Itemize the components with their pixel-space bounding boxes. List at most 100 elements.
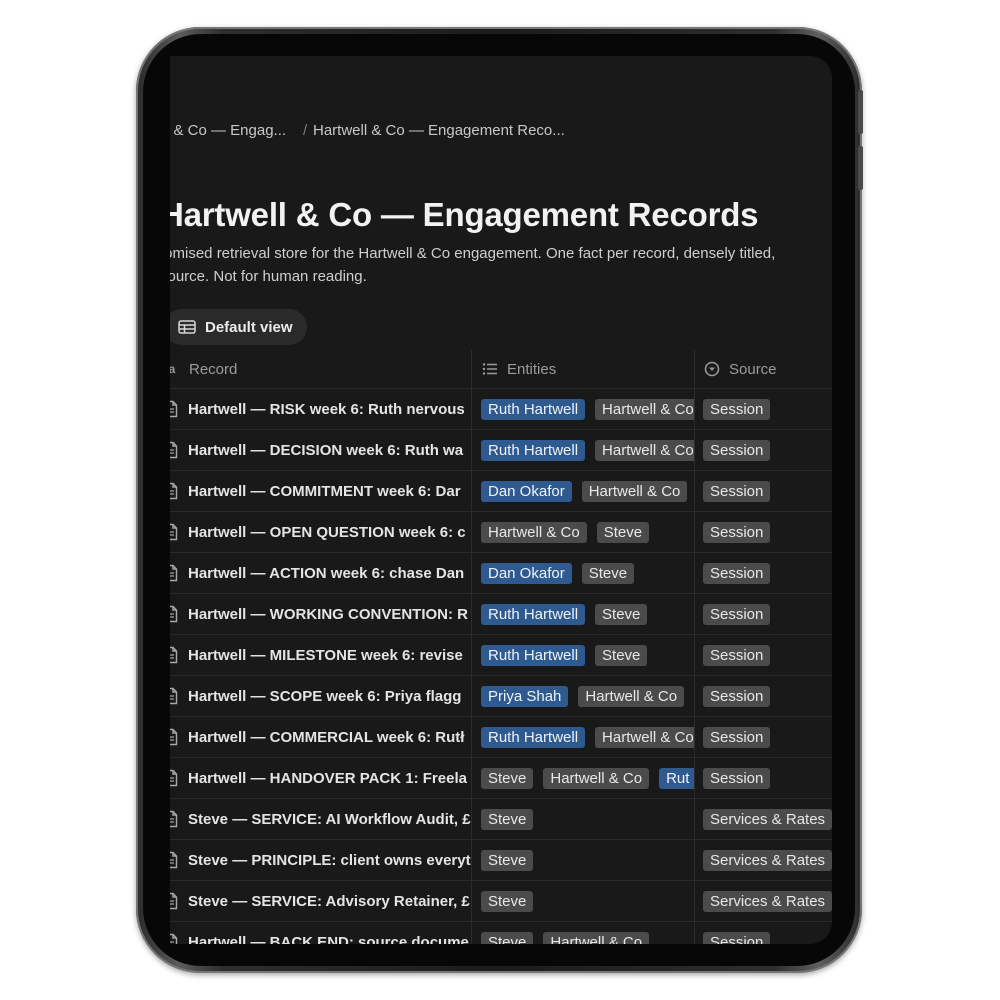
entities-cell[interactable]: Ruth Hartwell Hartwell & Co [481,389,694,429]
entity-tag: Ruth Hartwell [481,398,586,420]
table-row[interactable]: Hartwell — COMMERCIAL week 6: Rutł Ruth H… [170,717,832,758]
column-header-record[interactable]: Aa Record [170,350,237,388]
column-header-label: Entities [507,360,557,378]
entities-cell[interactable]: Steve [481,881,694,921]
record-cell[interactable]: Hartwell — ACTION week 6: chase Dan [170,553,471,593]
record-title[interactable]: Hartwell — MILESTONE week 6: revise [188,647,463,664]
record-title[interactable]: Hartwell — DECISION week 6: Ruth wa [188,442,463,459]
source-cell[interactable]: Session [703,717,832,757]
breadcrumb-parent[interactable]: l & Co — Engag... [170,122,286,139]
record-cell[interactable]: Hartwell — RISK week 6: Ruth nervous [170,389,471,429]
source-cell[interactable]: Services & Rates [703,881,832,921]
table-row[interactable]: Hartwell — OPEN QUESTION week 6: c Hartwe… [170,512,832,553]
source-cell[interactable]: Session [703,389,832,429]
record-cell[interactable]: Steve — PRINCIPLE: client owns everyt [170,840,471,880]
record-title[interactable]: Hartwell — ACTION week 6: chase Dan [188,565,464,582]
record-title[interactable]: Hartwell — RISK week 6: Ruth nervous [188,401,465,418]
breadcrumb-current[interactable]: Hartwell & Co — Engagement Reco... [313,122,565,139]
source-tag: Services & Rates [703,808,832,830]
record-title[interactable]: Hartwell — BACK END: source docume [188,934,469,945]
entities-cell[interactable]: Ruth Hartwell Steve [481,594,694,634]
record-cell[interactable]: Hartwell — HANDOVER PACK 1: Freela [170,758,471,798]
record-cell[interactable]: Hartwell — COMMITMENT week 6: Dar [170,471,471,511]
column-header-entities[interactable]: Entities [482,350,556,388]
entities-cell[interactable]: Ruth Hartwell Steve [481,635,694,675]
entity-tag: Steve [481,931,534,944]
entities-cell[interactable]: Steve Hartwell & Co [481,922,694,944]
view-tab-label: Default view [205,318,293,336]
record-cell[interactable]: Hartwell — OPEN QUESTION week 6: c [170,512,471,552]
database-table: Aa Record Entities Source Hartw [170,350,832,944]
page-title[interactable]: Hartwell & Co — Engagement Records [170,196,759,234]
table-row[interactable]: Steve — SERVICE: Advisory Retainer, £ Ste… [170,881,832,922]
source-cell[interactable]: Session [703,430,832,470]
source-cell[interactable]: Session [703,471,832,511]
source-cell[interactable]: Services & Rates [703,799,832,839]
record-title[interactable]: Hartwell — HANDOVER PACK 1: Freela [188,770,467,787]
record-title[interactable]: Hartwell — OPEN QUESTION week 6: c [188,524,466,541]
entities-cell[interactable]: Ruth Hartwell Hartwell & Co [481,717,694,757]
record-cell[interactable]: Hartwell — MILESTONE week 6: revise [170,635,471,675]
entities-cell[interactable]: Steve [481,799,694,839]
column-header-label: Record [189,360,238,378]
record-cell[interactable]: Hartwell — COMMERCIAL week 6: Rutł [170,717,471,757]
entities-cell[interactable]: Priya Shah Hartwell & Co [481,676,694,716]
source-cell[interactable]: Session [703,758,832,798]
table-row[interactable]: Hartwell — MILESTONE week 6: revise Ruth … [170,635,832,676]
record-cell[interactable]: Steve — SERVICE: AI Workflow Audit, £ [170,799,471,839]
page-icon [170,646,178,664]
page-icon [170,933,178,944]
source-cell[interactable]: Session [703,553,832,593]
source-cell[interactable]: Session [703,922,832,944]
record-title[interactable]: Steve — SERVICE: AI Workflow Audit, £ [188,811,471,828]
source-cell[interactable]: Services & Rates [703,840,832,880]
column-header-source[interactable]: Source [704,350,777,388]
source-cell[interactable]: Session [703,512,832,552]
table-row[interactable]: Hartwell — HANDOVER PACK 1: Freela Steve H… [170,758,832,799]
table-row[interactable]: Hartwell — DECISION week 6: Ruth wa Ruth … [170,430,832,471]
record-title[interactable]: Hartwell — SCOPE week 6: Priya flagg [188,688,461,705]
record-cell[interactable]: Steve — SERVICE: Advisory Retainer, £ [170,881,471,921]
record-title[interactable]: Steve — SERVICE: Advisory Retainer, £ [188,893,470,910]
entities-cell[interactable]: Hartwell & Co Steve [481,512,694,552]
source-cell[interactable]: Session [703,635,832,675]
volume-up-button [858,90,863,134]
entities-cell[interactable]: Dan Okafor Hartwell & Co [481,471,694,511]
record-cell[interactable]: Hartwell — WORKING CONVENTION: R [170,594,471,634]
entity-tag: Priya Shah [481,685,569,707]
entity-tag: Rut [659,767,694,789]
record-title[interactable]: Hartwell — COMMITMENT week 6: Dar [188,483,461,500]
view-tab-default[interactable]: Default view [170,309,307,345]
record-cell[interactable]: Hartwell — SCOPE week 6: Priya flagg [170,676,471,716]
description-line-1: tomised retrieval store for the Hartwell… [170,245,776,262]
table-row[interactable]: Hartwell — SCOPE week 6: Priya flagg Priy… [170,676,832,717]
table-row[interactable]: Hartwell — BACK END: source docume Steve H… [170,922,832,944]
page-icon [170,810,178,828]
app-screen: l & Co — Engag... / Hartwell & Co — Enga… [170,56,832,944]
table-row[interactable]: Hartwell — ACTION week 6: chase Dan Dan O… [170,553,832,594]
entities-cell[interactable]: Steve [481,840,694,880]
record-title[interactable]: Hartwell — COMMERCIAL week 6: Rutł [188,729,464,746]
table-row[interactable]: Steve — PRINCIPLE: client owns everyt Ste… [170,840,832,881]
record-title[interactable]: Steve — PRINCIPLE: client owns everyt [188,852,471,869]
entity-tag: Ruth Hartwell [481,439,586,461]
entities-cell[interactable]: Dan Okafor Steve [481,553,694,593]
source-tag: Session [703,521,771,543]
table-row[interactable]: Hartwell — COMMITMENT week 6: Dar Dan Oka… [170,471,832,512]
entity-tag: Dan Okafor [481,480,572,502]
entity-tag: Ruth Hartwell [481,603,586,625]
entities-cell[interactable]: Steve Hartwell & Co Rut [481,758,694,798]
record-title[interactable]: Hartwell — WORKING CONVENTION: R [188,606,468,623]
table-row[interactable]: Steve — SERVICE: AI Workflow Audit, £ Ste… [170,799,832,840]
table-row[interactable]: Hartwell — RISK week 6: Ruth nervous Ruth… [170,389,832,430]
description-line-2: source. Not for human reading. [170,268,367,285]
page-icon [170,851,178,869]
source-cell[interactable]: Session [703,594,832,634]
table-row[interactable]: Hartwell — WORKING CONVENTION: R Ruth Har… [170,594,832,635]
entities-cell[interactable]: Ruth Hartwell Hartwell & Co [481,430,694,470]
source-cell[interactable]: Session [703,676,832,716]
source-tag: Session [703,931,771,944]
record-cell[interactable]: Hartwell — DECISION week 6: Ruth wa [170,430,471,470]
page-description[interactable]: tomised retrieval store for the Hartwell… [170,242,832,288]
record-cell[interactable]: Hartwell — BACK END: source docume [170,922,471,944]
